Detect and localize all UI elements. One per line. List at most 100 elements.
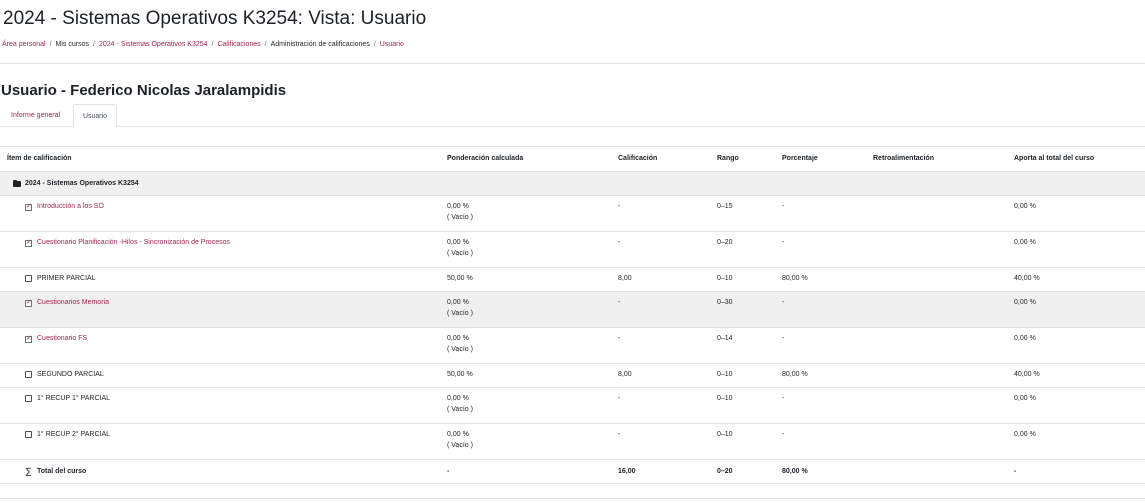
ponderacion-empty: ( Vacío ) bbox=[447, 406, 473, 413]
header-calificacion: Calificación bbox=[618, 155, 658, 162]
table-row: Cuestionario Planificación -Hilos - Sinc… bbox=[0, 232, 1145, 268]
grade-item-name: SEGUNDO PARCIAL bbox=[37, 371, 104, 378]
table-row: 1° RECUP 2° PARCIAL 0,00 % ( Vacío ) - 0–… bbox=[0, 424, 1145, 460]
porcentaje-cell: 80,00 % bbox=[782, 371, 808, 378]
calificacion-cell: - bbox=[618, 395, 621, 402]
header-item: Ítem de calificación bbox=[7, 155, 72, 162]
quiz-icon bbox=[25, 238, 32, 247]
sigma-icon: ∑ bbox=[25, 466, 32, 476]
tab-informe-general[interactable]: Informe general bbox=[2, 104, 69, 127]
ponderacion-cell: 0,00 % ( Vacío ) bbox=[447, 203, 473, 221]
ponderacion-cell: 0,00 % ( Vacío ) bbox=[447, 335, 473, 353]
ponderacion-cell: 0,00 % ( Vacío ) bbox=[447, 431, 473, 449]
porcentaje-cell: - bbox=[782, 299, 785, 306]
breadcrumb-separator: / bbox=[93, 41, 95, 48]
tab-usuario[interactable]: Usuario bbox=[73, 104, 117, 128]
ponderacion-cell: 50,00 % bbox=[447, 371, 473, 378]
porcentaje-cell: - bbox=[782, 203, 785, 210]
grade-item-name: 1° RECUP 2° PARCIAL bbox=[37, 431, 111, 438]
table-row: 1° RECUP 1° PARCIAL 0,00 % ( Vacío ) - 0–… bbox=[0, 388, 1145, 424]
manual-item-icon bbox=[25, 275, 32, 282]
user-heading: Usuario - Federico Nicolas Jaralampidis bbox=[1, 82, 287, 99]
header-aporta: Aporta al total del curso bbox=[1014, 155, 1095, 162]
porcentaje-cell: 80,00 % bbox=[782, 275, 808, 282]
aporta-cell: 0,00 % bbox=[1014, 203, 1036, 210]
breadcrumb-link-calificaciones[interactable]: Calificaciones bbox=[217, 41, 260, 48]
breadcrumb: Área personal / Mis cursos / 2024 - Sist… bbox=[2, 41, 404, 48]
aporta-cell: 40,00 % bbox=[1014, 275, 1040, 282]
table-row: SEGUNDO PARCIAL 50,00 % 8,00 0–10 80,00 … bbox=[0, 364, 1145, 388]
breadcrumb-link-usuario[interactable]: Usuario bbox=[380, 41, 404, 48]
grade-item-link[interactable]: Introducción a los SO bbox=[37, 203, 104, 210]
breadcrumb-separator: / bbox=[373, 41, 376, 48]
ponderacion-cell: 50,00 % bbox=[447, 275, 473, 282]
ponderacion-value: 0,00 % bbox=[447, 431, 469, 438]
aporta-cell: 0,00 % bbox=[1014, 395, 1036, 402]
header-retroalimentacion: Retroalimentación bbox=[873, 155, 935, 162]
total-calificacion: 16,00 bbox=[618, 468, 636, 475]
ponderacion-empty: ( Vacío ) bbox=[447, 346, 473, 353]
grade-table: Ítem de calificación Ponderación calcula… bbox=[0, 146, 1145, 484]
category-name: 2024 - Sistemas Operativos K3254 bbox=[25, 180, 139, 187]
rango-cell: 0–15 bbox=[717, 203, 733, 210]
rango-cell: 0–10 bbox=[717, 275, 733, 282]
total-row: ∑ Total del curso - 16,00 0–20 80,00 % - bbox=[0, 460, 1145, 484]
ponderacion-cell: 0,00 % ( Vacío ) bbox=[447, 239, 473, 257]
ponderacion-value: 0,00 % bbox=[447, 395, 469, 402]
table-row: Introducción a los SO 0,00 %( Vacío ) - … bbox=[0, 196, 1145, 232]
breadcrumb-item-mis-cursos: Mis cursos bbox=[55, 41, 89, 48]
porcentaje-cell: - bbox=[782, 335, 785, 342]
rango-cell: 0–30 bbox=[717, 299, 733, 306]
header-rango: Rango bbox=[717, 155, 739, 162]
ponderacion-empty: ( Vacío ) bbox=[447, 214, 473, 221]
aporta-cell: 0,00 % bbox=[1014, 299, 1036, 306]
rango-cell: 0–10 bbox=[717, 395, 733, 402]
rango-cell: 0–14 bbox=[717, 335, 733, 342]
quiz-icon bbox=[25, 202, 32, 211]
breadcrumb-link-area-personal[interactable]: Área personal bbox=[2, 41, 46, 48]
grade-item-name: PRIMER PARCIAL bbox=[37, 275, 96, 282]
table-row: Cuestionario FS 0,00 % ( Vacío ) - 0–14 -… bbox=[0, 328, 1145, 364]
porcentaje-cell: - bbox=[782, 431, 785, 438]
table-row: PRIMER PARCIAL 50,00 % 8,00 0–10 80,00 %… bbox=[0, 268, 1145, 292]
manual-item-icon bbox=[25, 431, 32, 438]
aporta-cell: 0,00 % bbox=[1014, 239, 1036, 246]
folder-icon bbox=[13, 180, 21, 187]
calificacion-cell: - bbox=[618, 239, 621, 246]
calificacion-cell: - bbox=[618, 203, 621, 210]
breadcrumb-link-course[interactable]: 2024 - Sistemas Operativos K3254 bbox=[99, 41, 208, 48]
ponderacion-empty: ( Vacío ) bbox=[447, 310, 473, 317]
manual-item-icon bbox=[25, 371, 32, 378]
grade-item-link[interactable]: Cuestionario FS bbox=[37, 335, 87, 342]
ponderacion-value: 0,00 % bbox=[447, 335, 469, 342]
total-label: Total del curso bbox=[37, 468, 87, 475]
rango-cell: 0–10 bbox=[717, 431, 733, 438]
grade-item-link[interactable]: Cuestionario Planificación -Hilos - Sinc… bbox=[37, 239, 230, 246]
breadcrumb-separator: / bbox=[264, 41, 267, 48]
quiz-icon bbox=[25, 334, 32, 343]
breadcrumb-item-administracion: Administración de calificaciones bbox=[270, 41, 370, 48]
footer-divider bbox=[0, 498, 1145, 499]
ponderacion-value: 0,00 % bbox=[447, 239, 469, 246]
table-row: Cuestionarios Memoria 0,00 %( Vacío ) - … bbox=[0, 292, 1145, 328]
rango-cell: 0–10 bbox=[717, 371, 733, 378]
calificacion-cell: 8,00 bbox=[618, 275, 632, 282]
breadcrumb-separator: / bbox=[211, 41, 214, 48]
ponderacion-cell: 0,00 % ( Vacío ) bbox=[447, 299, 473, 317]
category-row: 2024 - Sistemas Operativos K3254 bbox=[0, 172, 1145, 196]
porcentaje-cell: - bbox=[782, 239, 785, 246]
grade-item-name: 1° RECUP 1° PARCIAL bbox=[37, 395, 111, 402]
header-ponderacion: Ponderación calculada bbox=[447, 155, 524, 162]
porcentaje-cell: - bbox=[782, 395, 785, 402]
grade-item-link[interactable]: Cuestionarios Memoria bbox=[37, 299, 109, 306]
quiz-icon bbox=[25, 298, 32, 307]
total-porcentaje: 80,00 % bbox=[782, 468, 808, 475]
total-aporta: - bbox=[1014, 468, 1017, 475]
header-porcentaje: Porcentaje bbox=[782, 155, 818, 162]
rango-cell: 0–20 bbox=[717, 239, 733, 246]
ponderacion-cell: 0,00 % ( Vacío ) bbox=[447, 395, 473, 413]
ponderacion-value: 0,00 % bbox=[447, 299, 469, 306]
total-rango: 0–20 bbox=[717, 468, 733, 475]
page-title: 2024 - Sistemas Operativos K3254: Vista:… bbox=[3, 8, 427, 29]
calificacion-cell: 8,00 bbox=[618, 371, 632, 378]
